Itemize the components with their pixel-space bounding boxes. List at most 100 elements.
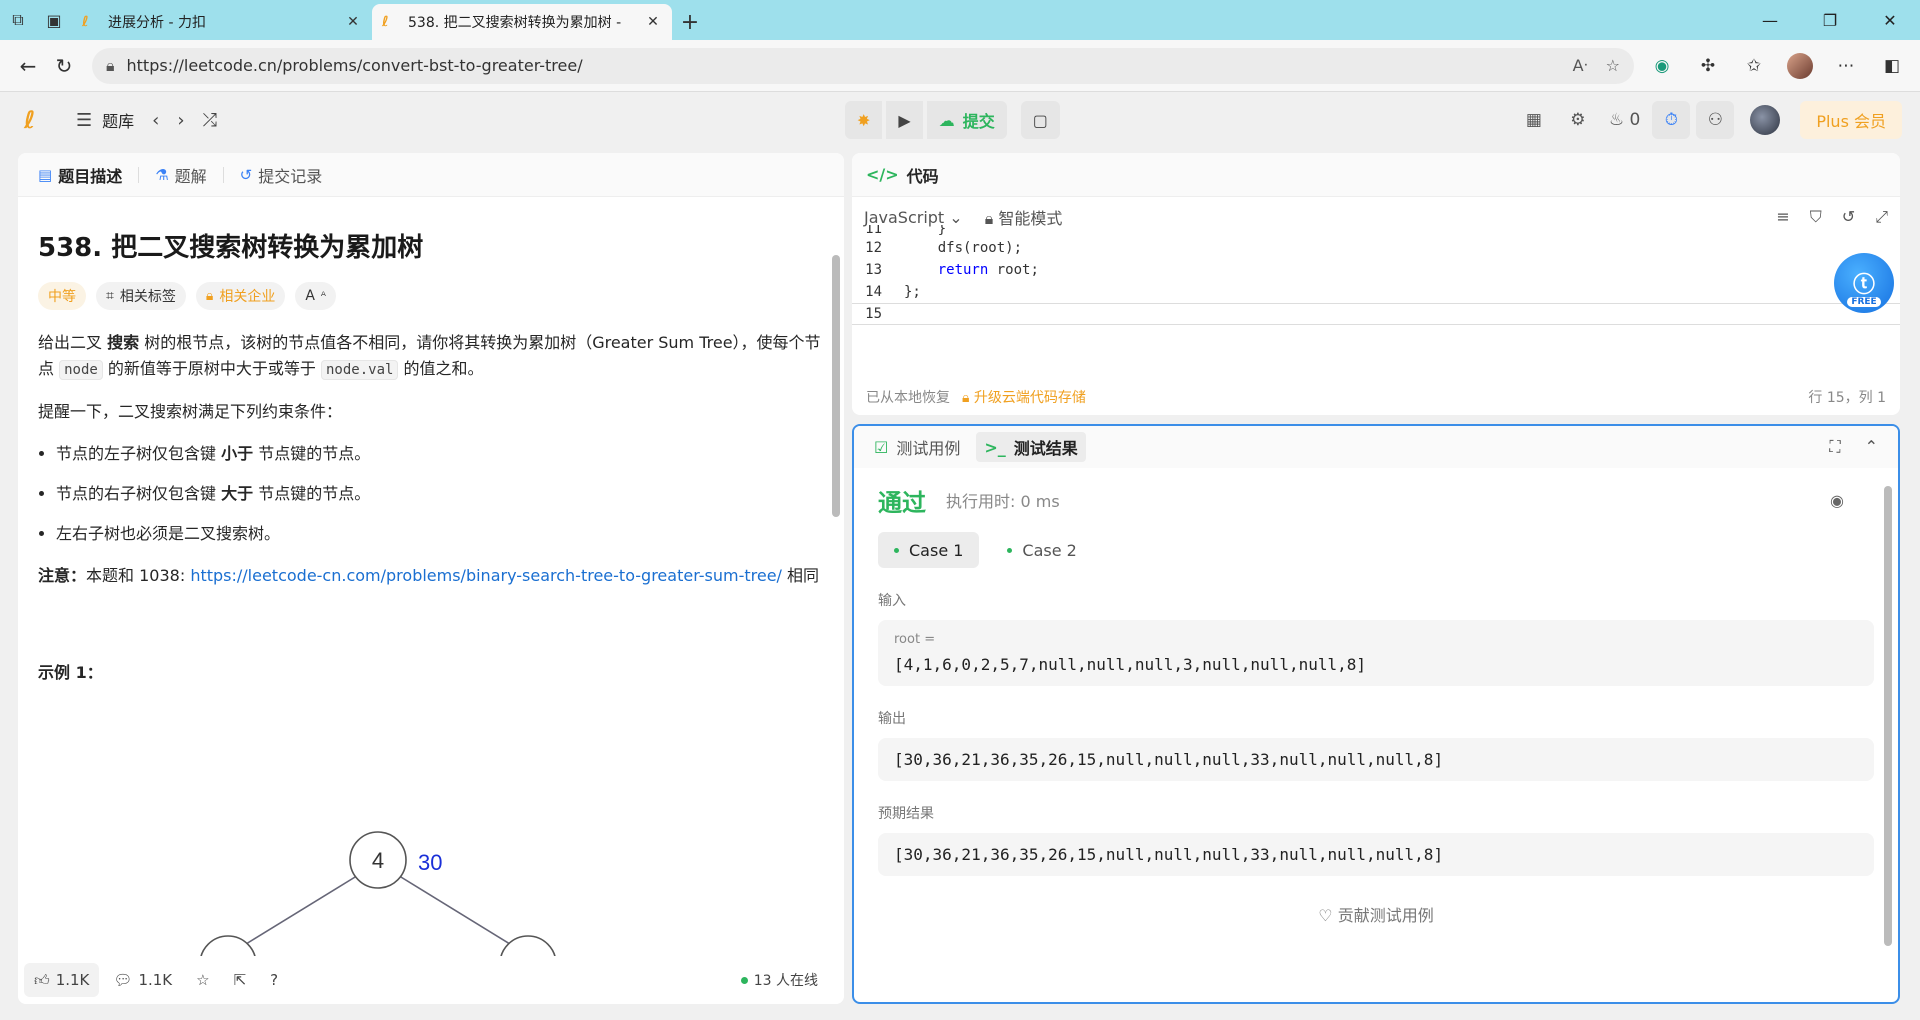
tab-actions-icon[interactable]: ▣ [36, 2, 72, 38]
smart-mode-toggle[interactable]: 🔒︎ 智能模式 [985, 205, 1063, 229]
ai-assistant-button[interactable]: ⓣ FREE [1834, 253, 1894, 313]
upgrade-storage-link[interactable]: 🔒︎ 升级云端代码存储 [962, 387, 1086, 407]
debug-button[interactable]: ✸ [845, 101, 883, 139]
favorite-icon[interactable]: ☆ [186, 963, 219, 997]
plus-membership-button[interactable]: Plus 会员 [1800, 101, 1902, 139]
divider [138, 166, 140, 183]
output-value: [30,36,21,36,35,26,15,null,null,null,33,… [894, 750, 1444, 769]
browser-tab-problem[interactable]: ℓ 538. 把二叉搜索树转换为累加树 - ✕ [372, 4, 672, 40]
tab-label: 题解 [174, 166, 207, 186]
result-tabs: ☑ 测试用例 >_ 测试结果 ⛶ ⌃ [854, 426, 1898, 468]
layout-icon[interactable]: ▦ [1515, 101, 1553, 139]
tab-test-result[interactable]: >_ 测试结果 [976, 432, 1086, 462]
related-tags-button[interactable]: ⌗ 相关标签 [96, 282, 186, 310]
add-friend-icon[interactable]: ⚇ [1696, 101, 1735, 139]
share-icon[interactable]: ⇱ [224, 963, 257, 997]
status-accepted: 通过 [878, 488, 926, 517]
bookmark-icon[interactable]: ⛉ [1810, 207, 1822, 227]
leetcode-favicon-icon: ℓ [82, 14, 89, 30]
output-box: [30,36,21,36,35,26,15,null,null,null,33,… [878, 738, 1874, 781]
puzzle-extensions-icon[interactable]: ✣ [1690, 48, 1726, 84]
reset-icon[interactable]: ↺ [1842, 207, 1855, 227]
expected-label: 预期结果 [878, 806, 934, 822]
description-scrollbar[interactable] [832, 255, 840, 517]
translate-button[interactable]: Aᴬ [295, 282, 336, 310]
code-area[interactable]: 11 } 12 dfs(root); 13 return root; 14}; … [852, 225, 1900, 325]
expected-box: [30,36,21,36,35,26,15,null,null,null,33,… [878, 833, 1874, 876]
related-companies-button[interactable]: 🔒︎ 相关企业 [195, 282, 286, 310]
tab-description[interactable]: ▤ 题目描述 [30, 163, 130, 187]
contribute-testcase-button[interactable]: ♡ 贡献测试用例 [878, 902, 1874, 926]
like-button[interactable]: 👍︎ 1.1K [24, 963, 100, 997]
document-icon: ▤ [38, 165, 53, 184]
list-item: 节点的左子树仅包含键 小于 节点键的节点。 [56, 441, 824, 467]
language-select[interactable]: JavaScript ⌄ [864, 208, 963, 227]
browser-tab-progress[interactable]: ℓ 进展分析 - 力扣 ✕ [72, 4, 372, 40]
streak-count: 0 [1629, 110, 1641, 130]
more-menu-icon[interactable]: ⋯ [1828, 48, 1864, 84]
read-aloud-icon[interactable]: Aᐧ [1573, 56, 1588, 75]
history-icon: ↺ [239, 165, 253, 184]
tab-label: 测试用例 [896, 439, 961, 458]
leetcode-logo-icon[interactable]: ℓ [24, 106, 52, 134]
collapse-icon[interactable]: ⌃ [1865, 437, 1878, 457]
streak-button[interactable]: ♨ 0 [1603, 101, 1646, 139]
extensions-area: ◉ ✣ ✩ ⋯ ◧ [1644, 48, 1910, 84]
minimize-icon[interactable]: — [1740, 0, 1800, 40]
run-toolbar: ✸ ▶ ☁ 提交 ▢ [845, 101, 1060, 139]
sidebar-toggle-icon[interactable]: ◧ [1874, 48, 1910, 84]
url-text: https://leetcode.cn/problems/convert-bst… [126, 56, 583, 75]
result-scrollbar[interactable] [1884, 486, 1892, 946]
close-tab-icon[interactable]: ✕ [344, 14, 362, 30]
new-tab-button[interactable]: + [672, 4, 708, 40]
tab-testcase[interactable]: ☑ 测试用例 [866, 432, 968, 462]
result-body: 通过 执行用时: 0 ms ◉ Case 1 Case 2 输入 root = … [854, 480, 1898, 926]
settings-gear-icon[interactable]: ⚙ [1559, 101, 1597, 139]
reload-icon[interactable]: ↻ [46, 48, 82, 84]
next-problem-icon[interactable]: › [177, 110, 184, 131]
back-icon[interactable]: ← [10, 48, 46, 84]
close-window-icon[interactable]: ✕ [1860, 0, 1920, 40]
expand-icon[interactable]: ⤢ [1875, 207, 1888, 227]
case-tab-2[interactable]: Case 2 [991, 532, 1092, 568]
fullscreen-icon[interactable]: ⛶ [1829, 437, 1840, 457]
shuffle-icon[interactable]: ⤮ [203, 110, 217, 131]
workspaces-icon[interactable]: ⧉ [0, 2, 36, 38]
tab-submissions[interactable]: ↺ 提交记录 [232, 163, 331, 187]
online-count: 13 人在线 [740, 970, 818, 990]
comments-button[interactable]: 💬︎ 1.1K [103, 963, 182, 997]
tab-solutions[interactable]: ⚗ 题解 [147, 163, 214, 187]
prev-problem-icon[interactable]: ‹ [152, 110, 159, 131]
window-controls: — ❐ ✕ [1740, 0, 1920, 40]
problem-list-button[interactable]: ☰ 题库 [76, 108, 134, 132]
extension-icon[interactable]: ◉ [1644, 48, 1680, 84]
restore-icon[interactable]: ❐ [1800, 0, 1860, 40]
close-tab-icon[interactable]: ✕ [644, 14, 662, 30]
submit-button[interactable]: ☁ 提交 [926, 101, 1007, 139]
profile-icon[interactable] [1782, 48, 1818, 84]
run-button[interactable]: ▶ [886, 101, 923, 139]
user-avatar[interactable] [1750, 105, 1781, 135]
tag-label: 相关企业 [219, 289, 276, 305]
node-sum: 30 [418, 850, 442, 875]
case-tab-1[interactable]: Case 1 [878, 532, 980, 568]
terminal-icon: >_ [984, 437, 1006, 457]
description-content: 538. 把二叉搜索树转换为累加树 中等 ⌗ 相关标签 🔒︎ 相关企业 Aᴬ 给… [18, 197, 844, 957]
code-line: 12 dfs(root); [865, 240, 1023, 256]
tab-title: 进展分析 - 力扣 [108, 15, 206, 31]
problem-title[interactable]: 538. 把二叉搜索树转换为累加树 [38, 227, 824, 264]
favorite-star-icon[interactable]: ☆ [1606, 56, 1620, 75]
thumbs-up-icon: 👍︎ [34, 970, 50, 989]
eye-icon[interactable]: ◉ [1830, 491, 1844, 510]
notes-button[interactable]: ▢ [1020, 101, 1060, 139]
url-field[interactable]: 🔒︎ https://leetcode.cn/problems/convert-… [92, 47, 1634, 84]
help-icon[interactable]: ? [260, 963, 288, 997]
like-count: 1.1K [55, 971, 90, 989]
timer-icon[interactable]: ⏱ [1652, 101, 1691, 139]
example-heading: 示例 1： [38, 663, 103, 682]
related-problem-link[interactable]: https://leetcode-cn.com/problems/binary-… [190, 566, 782, 585]
tab-label: 题目描述 [58, 166, 123, 186]
site-info-icon[interactable]: 🔒︎ [106, 56, 115, 76]
favorites-icon[interactable]: ✩ [1736, 48, 1772, 84]
format-icon[interactable]: ≡ [1776, 207, 1789, 227]
